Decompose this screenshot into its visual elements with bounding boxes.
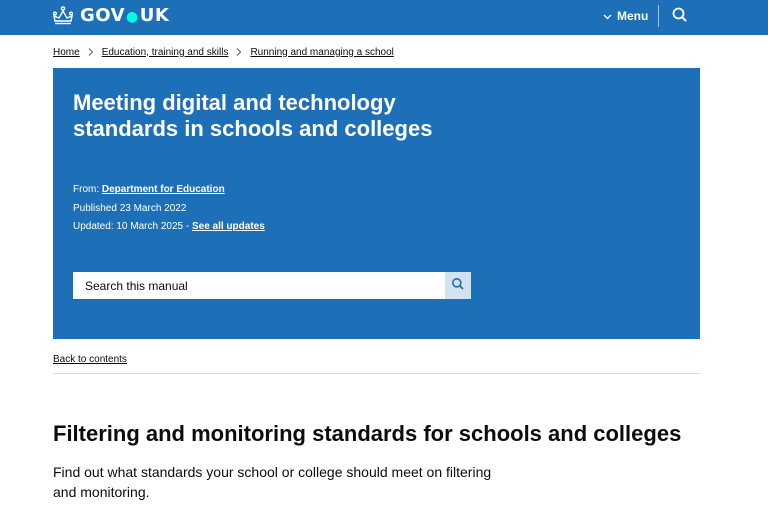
search-icon — [451, 277, 465, 294]
breadcrumb: Home Education, training and skills Runn… — [53, 45, 394, 59]
menu-button[interactable]: Menu — [603, 7, 648, 25]
organisation-link[interactable]: Department for Education — [102, 184, 225, 195]
header-divider — [658, 5, 659, 27]
header-search-button[interactable] — [671, 6, 689, 24]
page-heading: Filtering and monitoring standards for s… — [53, 421, 682, 446]
breadcrumb-home[interactable]: Home — [53, 47, 80, 58]
manual-search-input[interactable] — [73, 272, 445, 299]
see-all-updates-link[interactable]: See all updates — [192, 221, 265, 232]
breadcrumb-education[interactable]: Education, training and skills — [102, 47, 229, 58]
site-header: GOV●UK Menu — [0, 0, 768, 35]
logo-wordmark: GOV●UK — [80, 4, 170, 26]
menu-label: Menu — [617, 9, 649, 23]
search-icon — [671, 7, 689, 28]
chevron-right-icon — [235, 47, 243, 57]
manual-title: Meeting digital and technology standards… — [73, 90, 433, 141]
meta-from: From: Department for Education — [73, 184, 225, 195]
back-to-contents-link[interactable]: Back to contents — [53, 354, 127, 365]
meta-published: Published 23 March 2022 — [73, 203, 187, 214]
crown-icon — [52, 5, 74, 25]
section-divider — [53, 373, 700, 374]
meta-updated: Updated: 10 March 2025 - See all updates — [73, 221, 265, 232]
manual-search-button[interactable] — [445, 272, 471, 299]
manual-hero: Meeting digital and technology standards… — [53, 68, 700, 339]
breadcrumb-running-school[interactable]: Running and managing a school — [250, 47, 393, 58]
govuk-logo[interactable]: GOV●UK — [52, 3, 169, 27]
chevron-right-icon — [87, 47, 95, 57]
chevron-down-icon — [603, 9, 617, 23]
page-lede: Find out what standards your school or c… — [53, 464, 492, 500]
